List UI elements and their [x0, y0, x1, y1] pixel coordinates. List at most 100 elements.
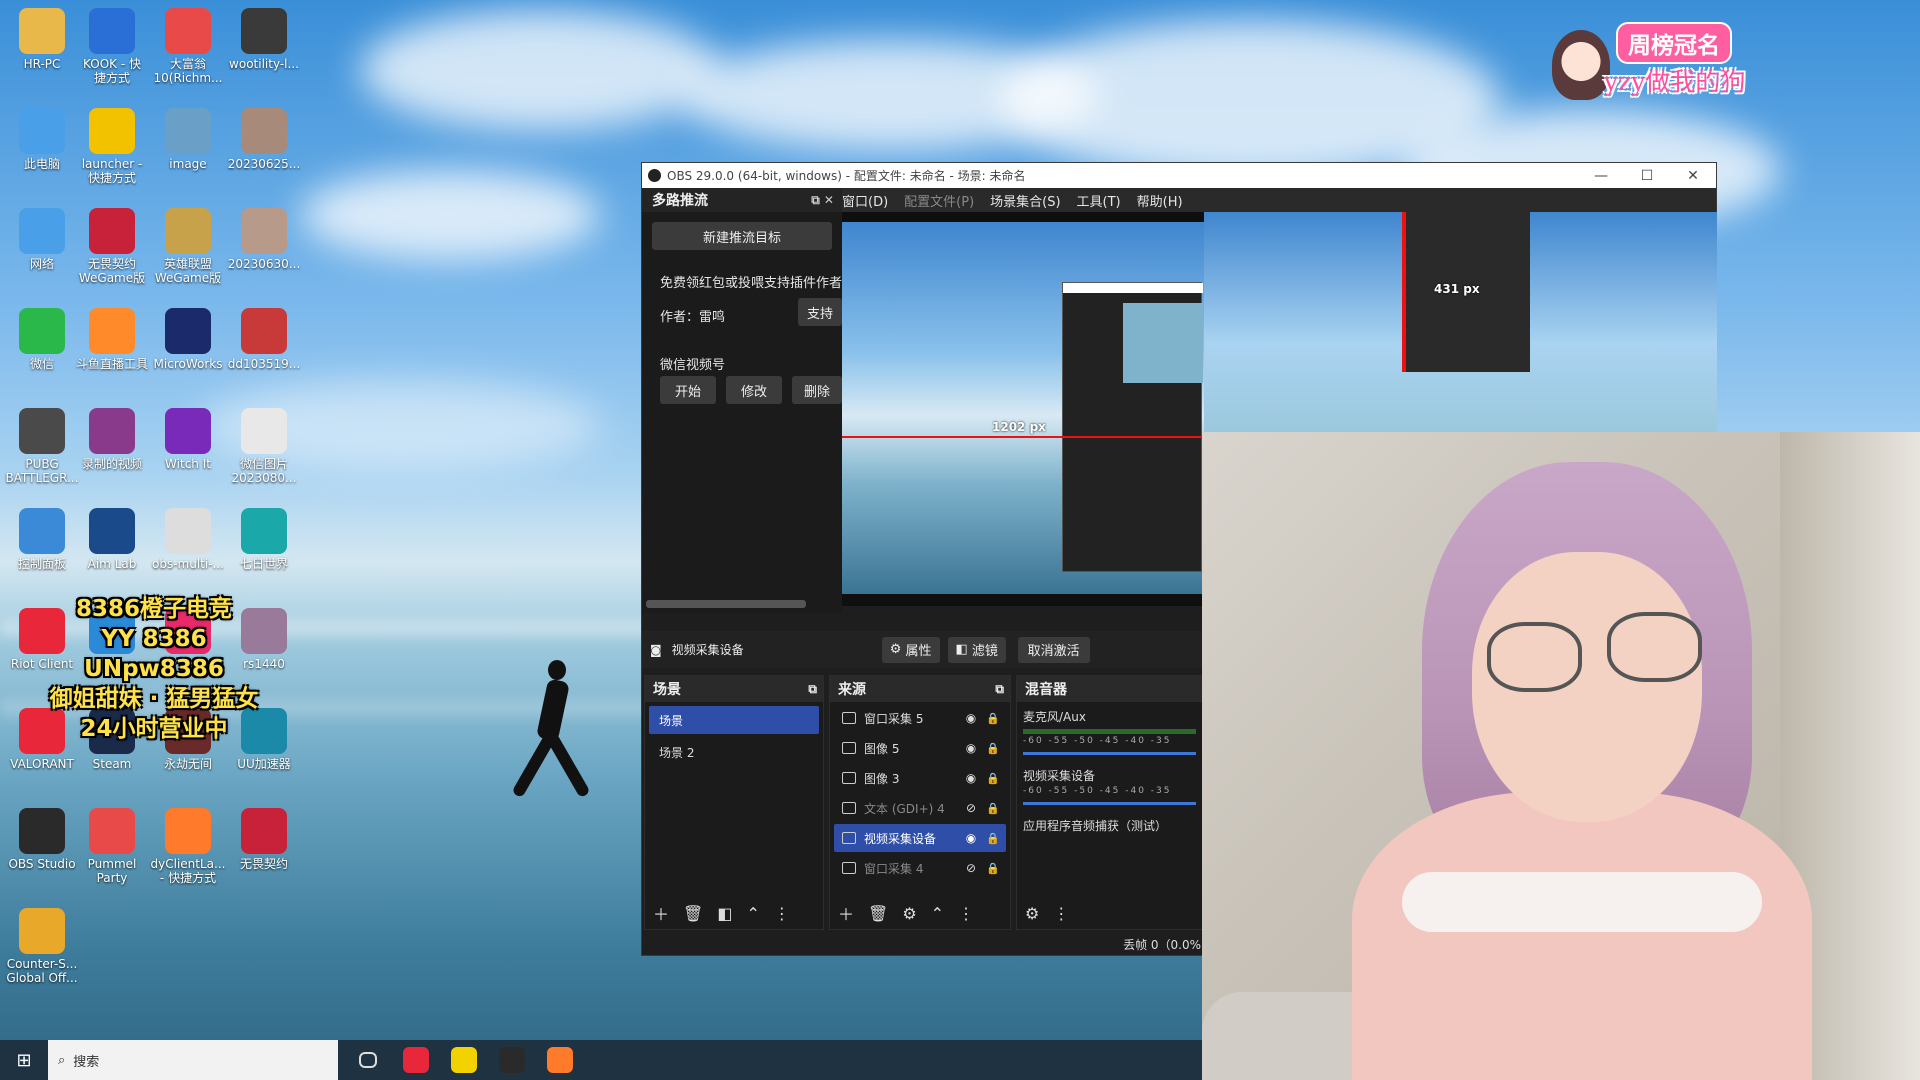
desktop-icon[interactable]: 网络: [4, 208, 80, 271]
menu-scene-collection[interactable]: 场景集合(S): [990, 191, 1060, 210]
filters-button[interactable]: ◧ 滤镜: [947, 636, 1006, 663]
eye-off-icon[interactable]: ⊘: [962, 801, 980, 815]
support-button[interactable]: 支持: [798, 298, 842, 326]
eye-icon[interactable]: ◉: [962, 741, 980, 755]
douyu-taskbar-icon: [547, 1047, 573, 1073]
desktop-icon[interactable]: Witch It: [150, 408, 226, 471]
desktop-icon[interactable]: dyClientLa... - 快捷方式: [150, 808, 226, 885]
new-stream-target-button[interactable]: 新建推流目标: [652, 222, 832, 250]
menu-window[interactable]: 窗口(D): [842, 191, 888, 210]
desktop-icon[interactable]: 控制面板: [4, 508, 80, 571]
desktop-icon[interactable]: dd103519...: [226, 308, 302, 371]
lock-icon[interactable]: 🔒: [980, 802, 1006, 815]
taskbar-app[interactable]: [344, 1040, 392, 1080]
mixer-channel-label: 应用程序音频捕获（测试）: [1023, 819, 1168, 833]
lock-icon[interactable]: 🔒: [980, 862, 1006, 875]
menu-help[interactable]: 帮助(H): [1137, 191, 1183, 210]
lock-icon[interactable]: 🔒: [980, 832, 1006, 845]
desktop-icon-label: Witch It: [165, 457, 211, 471]
chevron-up-icon[interactable]: ⌃: [746, 904, 759, 923]
lock-icon[interactable]: 🔒: [980, 742, 1006, 755]
taskbar-app[interactable]: [536, 1040, 584, 1080]
scene-item[interactable]: 场景 2: [649, 738, 819, 766]
file-thumb-icon: [241, 308, 287, 354]
desktop-icon[interactable]: 微信: [4, 308, 80, 371]
desktop-icon[interactable]: 录制的视频: [74, 408, 150, 471]
desktop-icon[interactable]: 微信图片 2023080...: [226, 408, 302, 485]
eye-off-icon[interactable]: ⊘: [962, 861, 980, 875]
source-item[interactable]: 图像 3 ◉ 🔒: [834, 764, 1006, 792]
menu-tools[interactable]: 工具(T): [1077, 191, 1121, 210]
dock-undock-icon[interactable]: ⧉: [995, 682, 1004, 697]
taskbar-search[interactable]: ⌕ 搜索: [48, 1040, 338, 1080]
source-item[interactable]: 窗口采集 5 ◉ 🔒: [834, 704, 1006, 732]
trash-icon[interactable]: 🗑: [868, 904, 888, 923]
windows-start-icon[interactable]: ⊞: [0, 1040, 48, 1080]
desktop-icon[interactable]: OBS Studio: [4, 808, 80, 871]
taskbar-app[interactable]: [488, 1040, 536, 1080]
gear-icon[interactable]: ⚙: [902, 904, 916, 923]
volume-slider[interactable]: [1023, 802, 1196, 805]
desktop-icon[interactable]: launcher - 快捷方式: [74, 108, 150, 185]
volume-slider[interactable]: [1023, 752, 1196, 755]
desktop-icon[interactable]: 无畏契约 WeGame版: [74, 208, 150, 285]
desktop-icon[interactable]: 无畏契约: [226, 808, 302, 871]
desktop-icon[interactable]: 大富翁 10(Richm...: [150, 8, 226, 85]
obs-preview-canvas[interactable]: 1202 px: [842, 212, 1204, 606]
badge-name-text: yzy做我的狗: [1604, 67, 1746, 96]
taskbar-app[interactable]: [392, 1040, 440, 1080]
eye-icon[interactable]: ◉: [962, 711, 980, 725]
add-icon[interactable]: ＋: [838, 901, 854, 925]
menu-profile[interactable]: 配置文件(P): [904, 191, 974, 210]
maximize-button[interactable]: ☐: [1624, 168, 1670, 184]
desktop-icon[interactable]: obs-multi-...: [150, 508, 226, 571]
lock-icon[interactable]: 🔒: [980, 772, 1006, 785]
settings-gear-icon[interactable]: ⚙: [1025, 904, 1039, 923]
desktop-icon[interactable]: HR-PC: [4, 8, 80, 71]
desktop-icon[interactable]: Counter-S... Global Off...: [4, 908, 80, 985]
minimize-button[interactable]: —: [1578, 168, 1624, 184]
eye-icon[interactable]: ◉: [962, 831, 980, 845]
desktop-icon[interactable]: 英雄联盟 WeGame版: [150, 208, 226, 285]
desktop-icon[interactable]: 七日世界: [226, 508, 302, 571]
glasses-icon: [1607, 612, 1702, 682]
more-icon[interactable]: ⋮: [958, 904, 974, 923]
more-icon[interactable]: ⋮: [774, 904, 790, 923]
source-item[interactable]: 文本 (GDI+) 4 ⊘ 🔒: [834, 794, 1006, 822]
filter-icon: ◧: [955, 642, 972, 657]
taskbar-app[interactable]: [440, 1040, 488, 1080]
edit-target-button[interactable]: 修改: [726, 376, 782, 404]
desktop-icon[interactable]: PUBG BATTLEGR...: [4, 408, 80, 485]
desktop-icon[interactable]: 斗鱼直播工具: [74, 308, 150, 371]
desktop-icon[interactable]: Pummel Party: [74, 808, 150, 885]
desktop-icon[interactable]: KOOK - 快 捷方式: [74, 8, 150, 85]
desktop-icon[interactable]: 此电脑: [4, 108, 80, 171]
scene-item[interactable]: 场景: [649, 706, 819, 734]
dock-undock-icon[interactable]: ⧉: [808, 682, 817, 697]
desktop-icon[interactable]: MicroWorks: [150, 308, 226, 371]
measure-label-vertical: 431 px: [1434, 282, 1480, 296]
close-button[interactable]: ✕: [1670, 168, 1716, 184]
eye-icon[interactable]: ◉: [962, 771, 980, 785]
desktop-icon[interactable]: Aim Lab: [74, 508, 150, 571]
dock-scrollbar[interactable]: [646, 600, 806, 608]
desktop-icon[interactable]: image: [150, 108, 226, 171]
douyu-icon: [89, 308, 135, 354]
source-item[interactable]: 视频采集设备 ◉ 🔒: [834, 824, 1006, 852]
desktop-icon[interactable]: 20230625...: [226, 108, 302, 171]
filter-icon[interactable]: ◧: [717, 904, 732, 923]
add-icon[interactable]: ＋: [653, 901, 669, 925]
chevron-up-icon[interactable]: ⌃: [931, 904, 944, 923]
start-stream-button[interactable]: 开始: [660, 376, 716, 404]
delete-target-button[interactable]: 删除: [792, 376, 842, 404]
desktop-icon[interactable]: wootility-l...: [226, 8, 302, 71]
lock-icon[interactable]: 🔒: [980, 712, 1006, 725]
more-icon[interactable]: ⋮: [1053, 904, 1069, 923]
dock-float-close-icon[interactable]: ⧉ ✕: [811, 193, 834, 208]
source-item[interactable]: 图像 5 ◉ 🔒: [834, 734, 1006, 762]
desktop-icon[interactable]: 20230630...: [226, 208, 302, 271]
source-item[interactable]: 窗口采集 4 ⊘ 🔒: [834, 854, 1006, 882]
properties-button[interactable]: ⚙ 属性: [881, 636, 940, 663]
trash-icon[interactable]: 🗑: [683, 904, 703, 923]
deactivate-button[interactable]: 取消激活: [1017, 636, 1090, 663]
